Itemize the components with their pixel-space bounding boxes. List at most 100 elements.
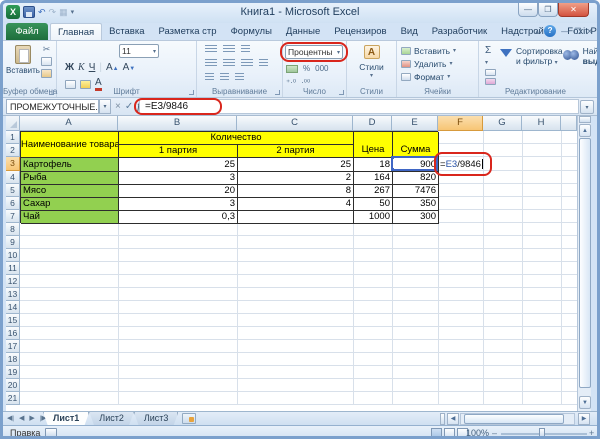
vertical-scrollbar[interactable]: ▲ ▼: [577, 116, 591, 411]
row-header-9[interactable]: 9: [6, 236, 20, 249]
book-close-icon[interactable]: ✕: [586, 27, 593, 36]
bold-button[interactable]: Ж: [65, 62, 74, 73]
clipboard-dialog-launcher[interactable]: [49, 90, 54, 95]
page-layout-view-icon[interactable]: [444, 428, 455, 436]
hscroll-left-icon[interactable]: ◀: [447, 413, 459, 425]
vertical-scroll-thumb[interactable]: [579, 138, 591, 388]
row-header-11[interactable]: 11: [6, 262, 20, 275]
align-left-icon[interactable]: [205, 59, 217, 67]
row-header-15[interactable]: 15: [6, 314, 20, 327]
cell-e5[interactable]: 7476: [393, 185, 439, 198]
cancel-entry-icon[interactable]: ×: [115, 99, 121, 114]
select-all-corner[interactable]: [6, 116, 20, 131]
column-header-H[interactable]: H: [522, 116, 561, 131]
cell-b3[interactable]: 25: [119, 158, 238, 172]
decrease-indent-icon[interactable]: [205, 73, 214, 81]
zoom-slider-thumb[interactable]: [539, 428, 545, 436]
row-header-21[interactable]: 21: [6, 392, 20, 405]
cell-c3[interactable]: 25: [238, 158, 354, 172]
decrease-decimal-icon[interactable]: ·⁰⁰: [301, 78, 310, 87]
insert-cells-button[interactable]: Вставить ▾: [397, 44, 478, 57]
cell-c7[interactable]: [238, 211, 354, 224]
orientation-icon[interactable]: [241, 45, 250, 53]
increase-indent-icon[interactable]: [220, 73, 229, 81]
thousands-icon[interactable]: 000: [315, 64, 328, 73]
sort-filter-button[interactable]: Сортировка и фильтр ▾: [500, 43, 563, 85]
row-header-17[interactable]: 17: [6, 340, 20, 353]
find-select-button[interactable]: Найти и выделить ▾: [562, 43, 597, 85]
row-header-10[interactable]: 10: [6, 249, 20, 262]
cell-e7[interactable]: 300: [393, 211, 439, 224]
minimize-button[interactable]: —: [518, 3, 538, 17]
book-restore-icon[interactable]: ❐: [574, 27, 581, 36]
percent-icon[interactable]: %: [303, 64, 310, 73]
cut-icon[interactable]: ✂: [43, 45, 51, 54]
row-header-4[interactable]: 4: [6, 171, 20, 184]
column-header-B[interactable]: B: [118, 116, 237, 131]
tab-Разметка стр[interactable]: Разметка стр: [151, 23, 223, 40]
cell-d6[interactable]: 50: [354, 198, 393, 211]
row-header-2[interactable]: 2: [6, 144, 20, 157]
next-sheet-icon[interactable]: ▶: [29, 413, 34, 425]
cell-a5-name[interactable]: Мясо: [21, 185, 119, 198]
tab-Вставка[interactable]: Вставка: [102, 23, 151, 40]
delete-cells-button[interactable]: Удалить ▾: [397, 57, 478, 70]
font-size-select[interactable]: 11 ▾: [119, 44, 159, 58]
expand-formula-bar-icon[interactable]: ▾: [580, 100, 594, 114]
cell-c2-batch2[interactable]: 2 партия: [238, 145, 354, 158]
cell-c4[interactable]: 2: [238, 172, 354, 185]
underline-button[interactable]: Ч: [89, 62, 96, 73]
clear-icon[interactable]: [485, 78, 496, 85]
cell-d4[interactable]: 164: [354, 172, 393, 185]
sheet-tab-Лист2[interactable]: Лист2: [89, 412, 134, 426]
row-header-7[interactable]: 7: [6, 210, 20, 223]
alignment-dialog-launcher[interactable]: [275, 90, 280, 95]
normal-view-icon[interactable]: [431, 428, 442, 436]
hscroll-right-icon[interactable]: ▶: [578, 413, 590, 425]
autosum-button[interactable]: Σ ▾: [485, 45, 496, 67]
fill-icon[interactable]: [485, 69, 496, 76]
align-center-icon[interactable]: [223, 59, 235, 67]
row-header-1[interactable]: 1: [6, 131, 20, 144]
tab-Данные[interactable]: Данные: [279, 23, 327, 40]
column-header-C[interactable]: C: [237, 116, 353, 131]
cell-b4[interactable]: 3: [119, 172, 238, 185]
scroll-down-icon[interactable]: ▼: [579, 396, 591, 409]
align-middle-icon[interactable]: [223, 45, 235, 53]
row-header-8[interactable]: 8: [6, 223, 20, 236]
grow-font-button[interactable]: А▲: [106, 62, 119, 73]
row-header-20[interactable]: 20: [6, 379, 20, 392]
column-header-A[interactable]: A: [20, 116, 118, 131]
scroll-up-icon[interactable]: ▲: [579, 124, 591, 137]
cell-c6[interactable]: 4: [238, 198, 354, 211]
currency-icon[interactable]: [286, 64, 298, 73]
cell-d7[interactable]: 1000: [354, 211, 393, 224]
tab-Вид[interactable]: Вид: [394, 23, 425, 40]
column-header-D[interactable]: D: [353, 116, 392, 131]
cell-d-price-header[interactable]: Цена: [354, 132, 393, 158]
merge-center-icon[interactable]: [259, 59, 268, 67]
tab-Разработчик[interactable]: Разработчик: [425, 23, 494, 40]
cell-e4[interactable]: 820: [393, 172, 439, 185]
format-cells-button[interactable]: Формат ▾: [397, 70, 478, 83]
insert-sheet-icon[interactable]: [182, 413, 197, 424]
row-header-3[interactable]: 3: [6, 157, 20, 171]
prev-sheet-icon[interactable]: ◀: [19, 413, 24, 425]
cell-a4-name[interactable]: Рыба: [21, 172, 119, 185]
restore-button[interactable]: ❐: [538, 3, 558, 17]
macro-record-icon[interactable]: [45, 428, 57, 436]
cell-a1-name-header[interactable]: Наименование товара: [21, 132, 119, 158]
name-box[interactable]: ПРОМЕЖУТОЧНЫЕ....: [6, 99, 99, 114]
font-dialog-launcher[interactable]: [189, 90, 194, 95]
row-header-12[interactable]: 12: [6, 275, 20, 288]
cell-b7[interactable]: 0,3: [119, 211, 238, 224]
help-icon[interactable]: ?: [544, 25, 557, 37]
row-header-13[interactable]: 13: [6, 288, 20, 301]
cell-b1-qty-header[interactable]: Количество: [119, 132, 354, 145]
column-header-F[interactable]: F: [438, 116, 483, 131]
collapse-ribbon-icon[interactable]: ▴: [535, 27, 539, 36]
wrap-text-icon[interactable]: [235, 73, 244, 81]
cell-a7-name[interactable]: Чай: [21, 211, 119, 224]
row-header-16[interactable]: 16: [6, 327, 20, 340]
first-sheet-icon[interactable]: ◀|: [7, 413, 14, 425]
